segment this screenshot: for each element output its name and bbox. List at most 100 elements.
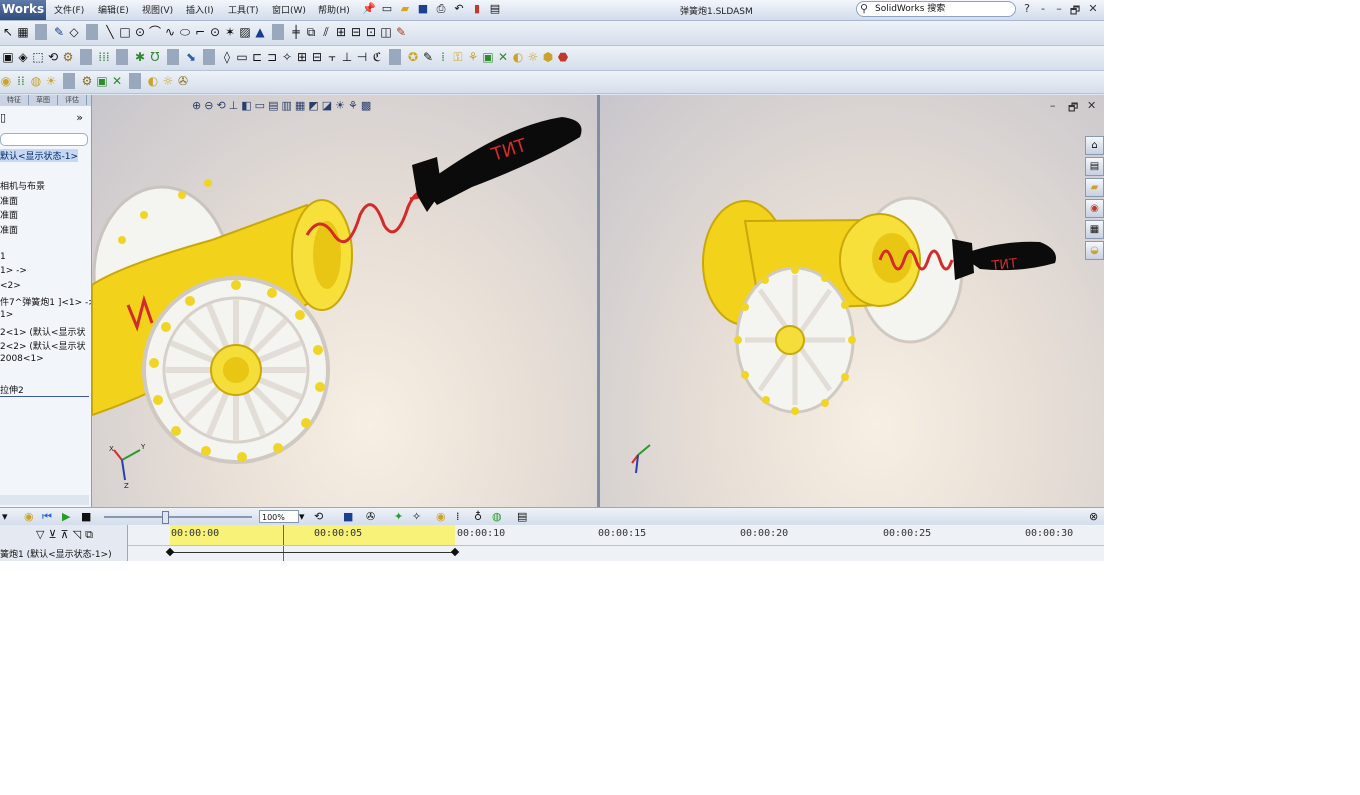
simulation-addin-icon[interactable]: ◍ xyxy=(30,73,42,89)
spring-icon[interactable]: Ʊ xyxy=(149,49,161,65)
motion-addin-icon[interactable]: ◉ xyxy=(0,73,12,89)
new-document-icon[interactable]: ▭ xyxy=(380,2,394,16)
menu-insert[interactable]: 插入(I) xyxy=(186,3,214,16)
edit-component-icon[interactable]: ✎ xyxy=(422,49,434,65)
save-animation-icon[interactable]: ■ xyxy=(343,510,353,523)
add-key-icon[interactable]: ✧ xyxy=(412,510,421,523)
mate-icon[interactable]: ◈ xyxy=(17,49,29,65)
filter-results-icon[interactable]: ⧉ xyxy=(85,528,93,542)
rollback-bar[interactable] xyxy=(0,396,89,397)
relations-icon[interactable]: ⊟ xyxy=(350,24,362,40)
search-input[interactable]: ⚲ SolidWorks 搜索 xyxy=(856,1,1016,17)
fillet-icon[interactable]: ⌐ xyxy=(194,24,206,40)
axis-icon[interactable]: ⊏ xyxy=(251,49,263,65)
repair-icon[interactable]: ⊡ xyxy=(365,24,377,40)
sketch-icon[interactable]: ✎ xyxy=(53,24,65,40)
point-ref-icon[interactable]: ✧ xyxy=(281,49,293,65)
curves-icon[interactable]: ⊟ xyxy=(311,49,323,65)
composite-curve-icon[interactable]: ℭ xyxy=(371,49,383,65)
help-icon[interactable]: ? xyxy=(1020,2,1034,15)
coordinate-icon[interactable]: ⊐ xyxy=(266,49,278,65)
resources-icon[interactable]: ▤ xyxy=(1085,157,1104,176)
tree-item-component[interactable]: 件7^弹簧炮1 ]<1> -> xyxy=(0,295,91,308)
expand-chevron-icon[interactable]: » xyxy=(76,111,83,124)
plane-icon[interactable]: ▭ xyxy=(236,49,248,65)
tree-item-component[interactable]: <2> xyxy=(0,281,21,291)
play-icon[interactable]: ▶ xyxy=(62,510,70,523)
tree-tab-icon[interactable]: ▯ xyxy=(0,111,6,124)
tree-horizontal-scrollbar[interactable] xyxy=(0,495,89,505)
view-palette-icon[interactable]: ▦ xyxy=(1085,220,1104,239)
spring-tool-icon[interactable]: ⁞ xyxy=(456,510,460,523)
toolbox-icon[interactable]: ⚿ xyxy=(452,49,464,65)
quick-snaps-icon[interactable]: ◫ xyxy=(380,24,392,40)
tree-item-plane[interactable]: 准面 xyxy=(0,223,18,236)
filter-driving-icon[interactable]: ⊼ xyxy=(61,528,69,542)
tree-item-component[interactable]: 1> -> xyxy=(0,266,27,276)
home-icon[interactable]: ⌂ xyxy=(1085,136,1104,155)
camera-addin-icon[interactable]: ☼ xyxy=(162,73,174,89)
ellipse-icon[interactable]: ⬭ xyxy=(179,24,191,40)
tree-item-component[interactable]: 2<1> (默认<显示状 xyxy=(0,325,85,338)
circle-icon[interactable]: ⊙ xyxy=(134,24,146,40)
appearance-icon[interactable]: ⬣ xyxy=(557,49,569,65)
contact-icon[interactable]: ♁ xyxy=(474,510,482,523)
assembly-feature-icon[interactable]: ⚘ xyxy=(467,49,479,65)
photo-addin-icon[interactable]: ⚙ xyxy=(81,73,93,89)
insert-component-icon[interactable]: ▣ xyxy=(2,49,14,65)
study-type-dropdown-icon[interactable]: ▾ xyxy=(2,510,8,523)
filter-animated-icon[interactable]: ⊻ xyxy=(48,528,56,542)
tree-item-component[interactable]: 2008<1> xyxy=(0,354,44,364)
loop-icon[interactable]: ⟲ xyxy=(314,510,323,523)
filter-icon[interactable]: ▽ xyxy=(36,528,44,542)
explode-icon[interactable]: ✱ xyxy=(134,49,146,65)
mirror-icon[interactable]: ▲ xyxy=(254,24,266,40)
mate-ref-icon[interactable]: ⊞ xyxy=(296,49,308,65)
tree-item-origin[interactable]: 1 xyxy=(0,252,6,262)
menu-view[interactable]: 视图(V) xyxy=(142,3,173,16)
playback-dropdown-icon[interactable]: ▾ xyxy=(299,510,305,523)
point-icon[interactable]: ⊙ xyxy=(209,24,221,40)
minimize-button[interactable]: – xyxy=(1052,2,1066,15)
rotate-addin-icon[interactable]: ◐ xyxy=(147,73,159,89)
material-icon[interactable]: ⬢ xyxy=(542,49,554,65)
tab-evaluate[interactable]: 评估 xyxy=(58,95,87,105)
gravity-icon[interactable]: ◍ xyxy=(492,510,502,523)
menu-help[interactable]: 帮助(H) xyxy=(318,3,350,16)
linear-pattern-icon[interactable]: ⁞⁞⁞ xyxy=(98,49,110,65)
key-point-end[interactable] xyxy=(450,547,460,557)
open-folder-icon[interactable]: ▰ xyxy=(398,2,412,16)
arc-icon[interactable]: ⌒ xyxy=(149,24,161,40)
weld-addin-icon[interactable]: ✕ xyxy=(111,73,123,89)
dropdown-icon[interactable]: - xyxy=(1036,2,1050,15)
select-icon[interactable]: ↖ xyxy=(2,24,14,40)
weld-bead-icon[interactable]: ✕ xyxy=(497,49,509,65)
save-icon[interactable]: ■ xyxy=(416,2,430,16)
reference-geometry-icon[interactable]: ◊ xyxy=(221,49,233,65)
hole-series-icon[interactable]: ▣ xyxy=(482,49,494,65)
pin-icon[interactable]: 📌 xyxy=(362,2,376,16)
pattern-icon[interactable]: ⊞ xyxy=(335,24,347,40)
rapid-sketch-icon[interactable]: ✎ xyxy=(395,24,407,40)
mates-addin-icon[interactable]: ⁞⁞ xyxy=(15,73,27,89)
rectangle-icon[interactable]: □ xyxy=(119,24,131,40)
calc-addin-icon[interactable]: ▣ xyxy=(96,73,108,89)
print-icon[interactable]: ⎙ xyxy=(434,2,448,16)
photoworks-icon[interactable]: ◐ xyxy=(512,49,524,65)
restore-button[interactable]: 🗗 xyxy=(1068,2,1082,21)
menu-edit[interactable]: 编辑(E) xyxy=(98,3,129,16)
time-bar[interactable] xyxy=(283,525,284,561)
smart-dimension-icon[interactable]: ◇ xyxy=(68,24,80,40)
filter-selected-icon[interactable]: ◹ xyxy=(73,528,81,542)
convert-icon[interactable]: ⫽ xyxy=(320,24,332,40)
appearances-icon[interactable]: ◒ xyxy=(1085,241,1104,260)
spline-icon[interactable]: ∿ xyxy=(164,24,176,40)
trim-icon[interactable]: ╪ xyxy=(290,24,302,40)
menu-window[interactable]: 窗口(W) xyxy=(272,3,306,16)
line-icon[interactable]: ╲ xyxy=(104,24,116,40)
key-point-start[interactable] xyxy=(165,547,175,557)
tree-item-plane[interactable]: 准面 xyxy=(0,194,18,207)
rotate-component-icon[interactable]: ⟲ xyxy=(47,49,59,65)
move-component-icon[interactable]: ⬚ xyxy=(32,49,44,65)
tree-item-display-state[interactable]: 默认<显示状态-1> xyxy=(0,149,79,162)
